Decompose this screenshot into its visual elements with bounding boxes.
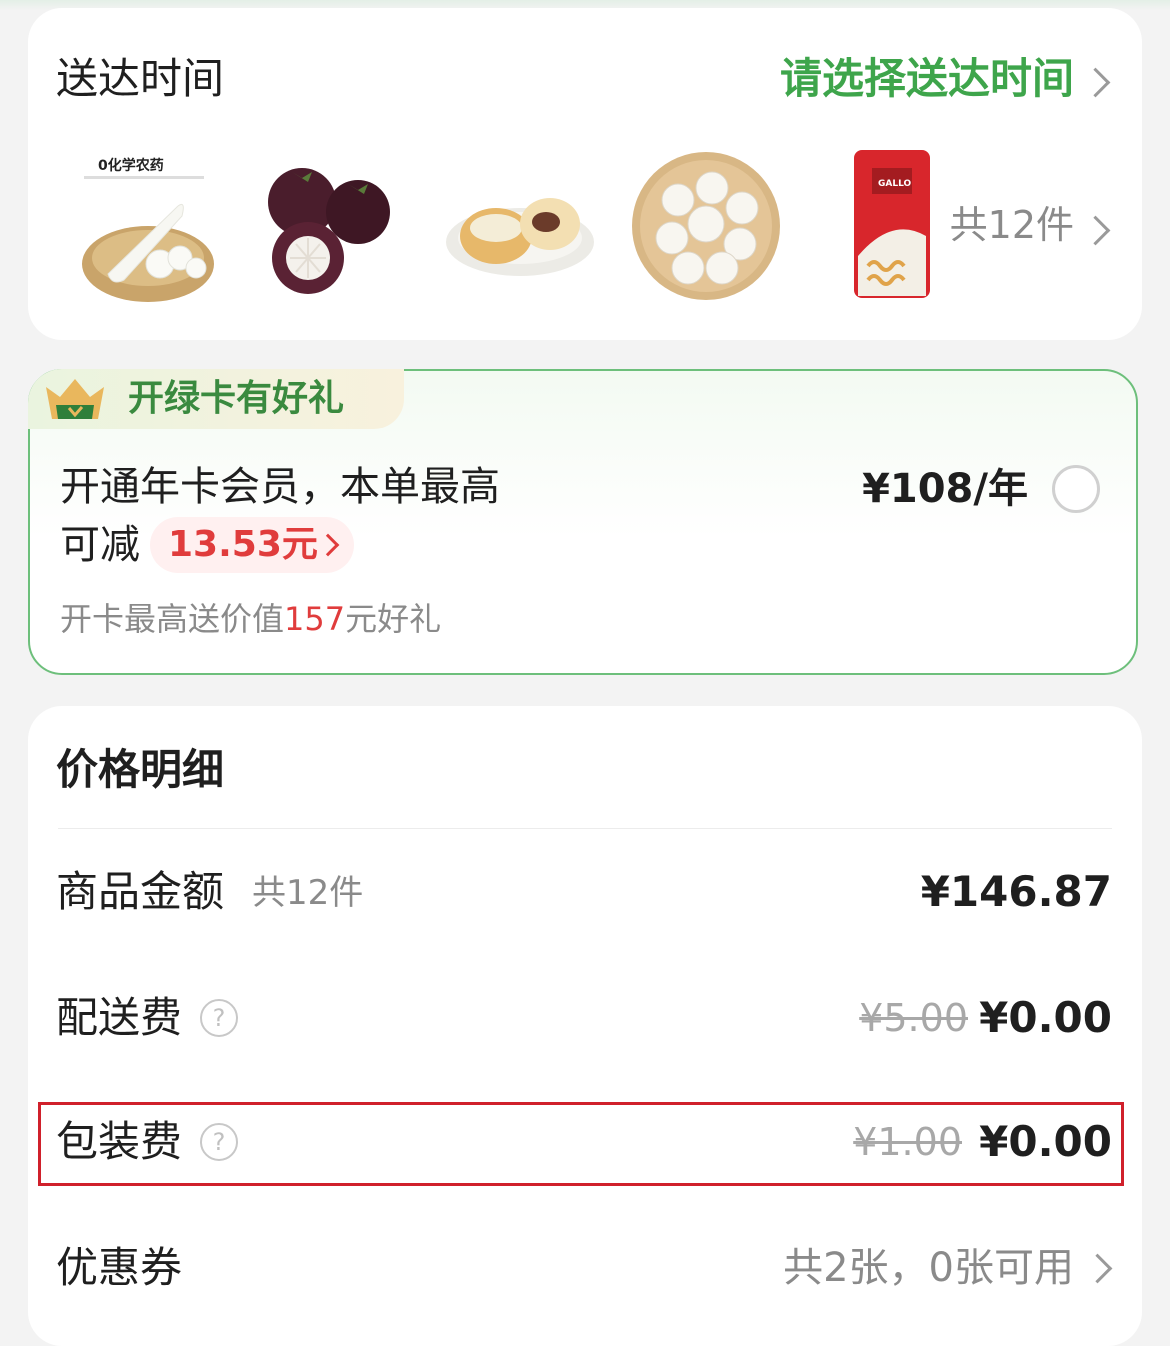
goods-amount-row: 商品金额 共12件 ¥146.87 xyxy=(56,862,1112,922)
product-thumb-custard-bun[interactable] xyxy=(438,146,598,306)
item-count-link[interactable]: 共12件 xyxy=(950,202,1074,248)
divider xyxy=(58,828,1112,829)
membership-offer-line1: 开通年卡会员，本单最高 xyxy=(60,464,500,510)
delivery-card: 送达时间 请选择送达时间 0化学农药 GALLO 共12件 xyxy=(28,8,1142,340)
product-brand: GALLO xyxy=(878,179,912,189)
product-thumb-mushrooms[interactable] xyxy=(626,146,786,306)
price-detail-card: 价格明细 商品金额 共12件 ¥146.87 配送费 ? ¥5.00 ¥0.00… xyxy=(28,706,1142,1346)
crown-icon xyxy=(46,379,104,419)
membership-tag: 开绿卡有好礼 xyxy=(28,369,404,429)
product-badge: 0化学农药 xyxy=(98,157,164,174)
membership-card: 开绿卡有好礼 开通年卡会员，本单最高 可减 13.53元 ¥108/年 开卡最高… xyxy=(28,369,1138,675)
help-icon[interactable]: ? xyxy=(200,999,238,1037)
savings-pill[interactable]: 13.53元 xyxy=(150,517,354,573)
goods-count: 共12件 xyxy=(252,873,364,913)
membership-radio[interactable] xyxy=(1052,465,1100,513)
price-detail-title: 价格明细 xyxy=(56,745,225,794)
coupon-value: 共2张，0张可用 xyxy=(783,1245,1074,1291)
shipping-fee-value: ¥0.00 xyxy=(979,993,1112,1042)
chevron-right-icon xyxy=(1082,1253,1113,1284)
shipping-fee-row: 配送费 ? ¥5.00 ¥0.00 xyxy=(56,988,1112,1048)
shipping-fee-label: 配送费 xyxy=(56,993,183,1042)
product-thumb-mangosteen[interactable] xyxy=(246,146,406,306)
chevron-right-icon xyxy=(316,533,340,557)
product-thumb-daikon[interactable]: 0化学农药 xyxy=(68,146,228,306)
membership-price: ¥108/年 xyxy=(862,466,1028,512)
choose-delivery-time-link[interactable]: 请选择送达时间 xyxy=(780,54,1074,104)
membership-gift-text: 开卡最高送价值157元好礼 xyxy=(60,600,442,638)
packaging-fee-highlight-box xyxy=(38,1102,1124,1186)
savings-amount: 13.53元 xyxy=(168,524,318,565)
gift-amount: 157 xyxy=(284,600,346,638)
membership-offer-line2: 可减 xyxy=(60,522,140,568)
goods-amount-label: 商品金额 xyxy=(56,867,225,916)
coupon-row[interactable]: 优惠券 共2张，0张可用 xyxy=(56,1238,1113,1298)
chevron-right-icon[interactable] xyxy=(1080,67,1111,98)
shipping-fee-original: ¥5.00 xyxy=(859,996,968,1040)
membership-tag-text: 开绿卡有好礼 xyxy=(128,378,345,419)
goods-amount-value: ¥146.87 xyxy=(920,867,1112,916)
delivery-time-label: 送达时间 xyxy=(56,54,225,103)
coupon-label: 优惠券 xyxy=(56,1243,183,1292)
chevron-right-icon[interactable] xyxy=(1080,215,1111,246)
